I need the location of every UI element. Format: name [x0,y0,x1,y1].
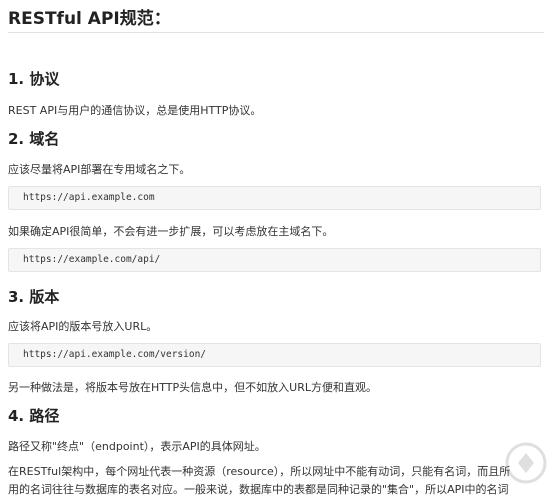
section-heading-domain: 2. 域名 [8,130,60,148]
section-heading-version: 3. 版本 [8,288,60,306]
paragraph-path-2: 在RESTful架构中，每个网址代表一种资源（resource），所以网址中不能… [8,465,511,478]
paragraph-path-3: 用的名词往往与数据库的表名对应。一般来说，数据库中的表都是同种记录的"集合"，所… [8,483,509,496]
section-heading-path: 4. 路径 [8,407,60,425]
paragraph-version-1: 应该将API的版本号放入URL。 [8,320,158,333]
code-block-version: https://api.example.com/version/ [8,343,541,367]
title-divider [8,32,544,33]
code-block-api-domain: https://api.example.com [8,186,541,210]
code-block-main-domain: https://example.com/api/ [8,248,541,272]
document-page: RESTful API规范： 1. 协议 REST API与用户的通信协议，总是… [0,0,554,496]
code-text: https://api.example.com/version/ [23,349,207,360]
paragraph-path-1: 路径又称"终点"（endpoint），表示API的具体网址。 [8,440,266,453]
page-title: RESTful API规范： [8,9,171,29]
paragraph-domain-2: 如果确定API很简单，不会有进一步扩展，可以考虑放在主域名下。 [8,225,334,238]
code-text: https://api.example.com [23,192,155,203]
section-heading-protocol: 1. 协议 [8,70,60,88]
code-text: https://example.com/api/ [23,254,161,265]
watermark-logo-icon [505,442,547,484]
paragraph-protocol: REST API与用户的通信协议，总是使用HTTP协议。 [8,104,262,117]
paragraph-version-2: 另一种做法是，将版本号放在HTTP头信息中，但不如放入URL方便和直观。 [8,381,377,394]
paragraph-domain-1: 应该尽量将API部署在专用域名之下。 [8,163,191,176]
